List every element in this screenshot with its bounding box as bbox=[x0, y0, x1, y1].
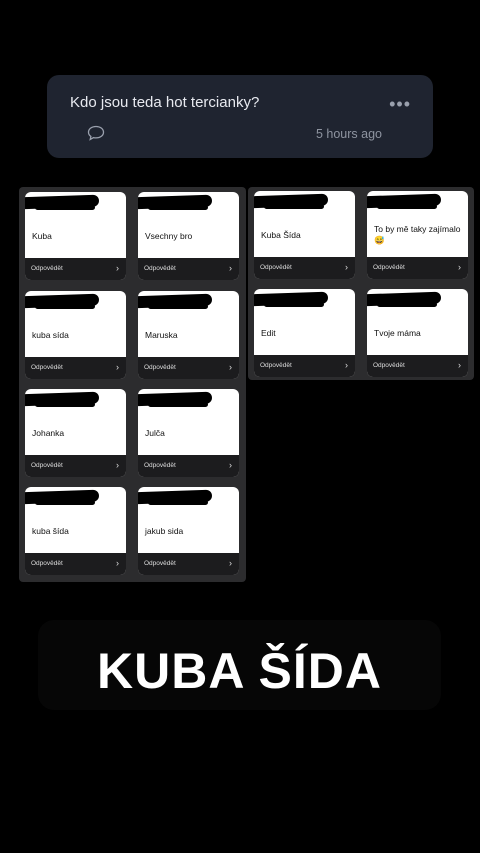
answer-card[interactable]: kuba sída Odpovědět › bbox=[25, 291, 126, 379]
answer-text: kuba šída bbox=[32, 526, 69, 536]
answer-card[interactable]: Vsechny bro Odpovědět › bbox=[138, 192, 239, 280]
answer-card[interactable]: kuba šída Odpovědět › bbox=[25, 487, 126, 575]
reply-button[interactable]: Odpovědět › bbox=[25, 357, 126, 379]
reply-button[interactable]: Odpovědět › bbox=[254, 257, 355, 279]
more-dots-icon[interactable]: ••• bbox=[389, 95, 411, 113]
answer-card[interactable]: Kuba Odpovědět › bbox=[25, 192, 126, 280]
answer-text: Johanka bbox=[32, 428, 65, 438]
question-text: Kdo jsou teda hot tercianky? bbox=[70, 94, 260, 111]
question-card: Kdo jsou teda hot tercianky? ••• 5 hours… bbox=[47, 75, 433, 158]
answer-text: Julča bbox=[145, 428, 165, 438]
chevron-right-icon: › bbox=[116, 558, 119, 568]
answer-text: Kuba bbox=[32, 231, 52, 241]
answer-text: Kuba Šída bbox=[261, 230, 301, 240]
reply-button[interactable]: Odpovědět › bbox=[138, 258, 239, 280]
chevron-right-icon: › bbox=[458, 360, 461, 370]
chevron-right-icon: › bbox=[229, 362, 232, 372]
answer-card[interactable]: Julča Odpovědět › bbox=[138, 389, 239, 477]
chevron-right-icon: › bbox=[116, 460, 119, 470]
answer-card[interactable]: Maruska Odpovědět › bbox=[138, 291, 239, 379]
reply-button[interactable]: Odpovědět › bbox=[25, 258, 126, 280]
answer-text: To by mě taky zajímalo 😅 bbox=[374, 224, 461, 245]
answer-text: Vsechny bro bbox=[145, 231, 193, 241]
answer-card[interactable]: Edit Odpovědět › bbox=[254, 289, 355, 377]
answer-card[interactable]: Tvoje máma Odpovědět › bbox=[367, 289, 468, 377]
chevron-right-icon: › bbox=[116, 263, 119, 273]
chevron-right-icon: › bbox=[229, 558, 232, 568]
caption-sticker: KUBA ŠÍDA bbox=[38, 620, 441, 710]
answer-card[interactable]: Kuba Šída Odpovědět › bbox=[254, 191, 355, 279]
right-answers-panel: Kuba Šída Odpovědět › To by mě taky zajím… bbox=[248, 187, 474, 380]
reply-button[interactable]: Odpovědět › bbox=[367, 355, 468, 377]
timestamp: 5 hours ago bbox=[315, 127, 382, 141]
reply-button[interactable]: Odpovědět › bbox=[25, 455, 126, 477]
chevron-right-icon: › bbox=[345, 262, 348, 272]
reply-button[interactable]: Odpovědět › bbox=[138, 553, 239, 575]
answer-text: kuba sída bbox=[32, 330, 69, 340]
chevron-right-icon: › bbox=[116, 362, 119, 372]
answer-text: jakub sida bbox=[145, 526, 184, 536]
left-answers-panel: Kuba Odpovědět › Vsechny bro Odpovědět › k… bbox=[19, 187, 246, 582]
answer-card[interactable]: Johanka Odpovědět › bbox=[25, 389, 126, 477]
reply-button[interactable]: Odpovědět › bbox=[138, 455, 239, 477]
chevron-right-icon: › bbox=[229, 263, 232, 273]
answer-card[interactable]: To by mě taky zajímalo 😅 Odpovědět › bbox=[367, 191, 468, 279]
caption-text: KUBA ŠÍDA bbox=[97, 643, 382, 699]
chevron-right-icon: › bbox=[345, 360, 348, 370]
chevron-right-icon: › bbox=[229, 460, 232, 470]
answer-text: Tvoje máma bbox=[374, 328, 421, 338]
reply-button[interactable]: Odpovědět › bbox=[138, 357, 239, 379]
answer-card[interactable]: jakub sida Odpovědět › bbox=[138, 487, 239, 575]
answer-text: Edit bbox=[261, 328, 276, 338]
answer-text: Maruska bbox=[145, 330, 178, 340]
chevron-right-icon: › bbox=[458, 262, 461, 272]
reply-button[interactable]: Odpovědět › bbox=[25, 553, 126, 575]
reply-button[interactable]: Odpovědět › bbox=[367, 257, 468, 279]
reply-button[interactable]: Odpovědět › bbox=[254, 355, 355, 377]
comment-icon[interactable] bbox=[87, 125, 105, 141]
